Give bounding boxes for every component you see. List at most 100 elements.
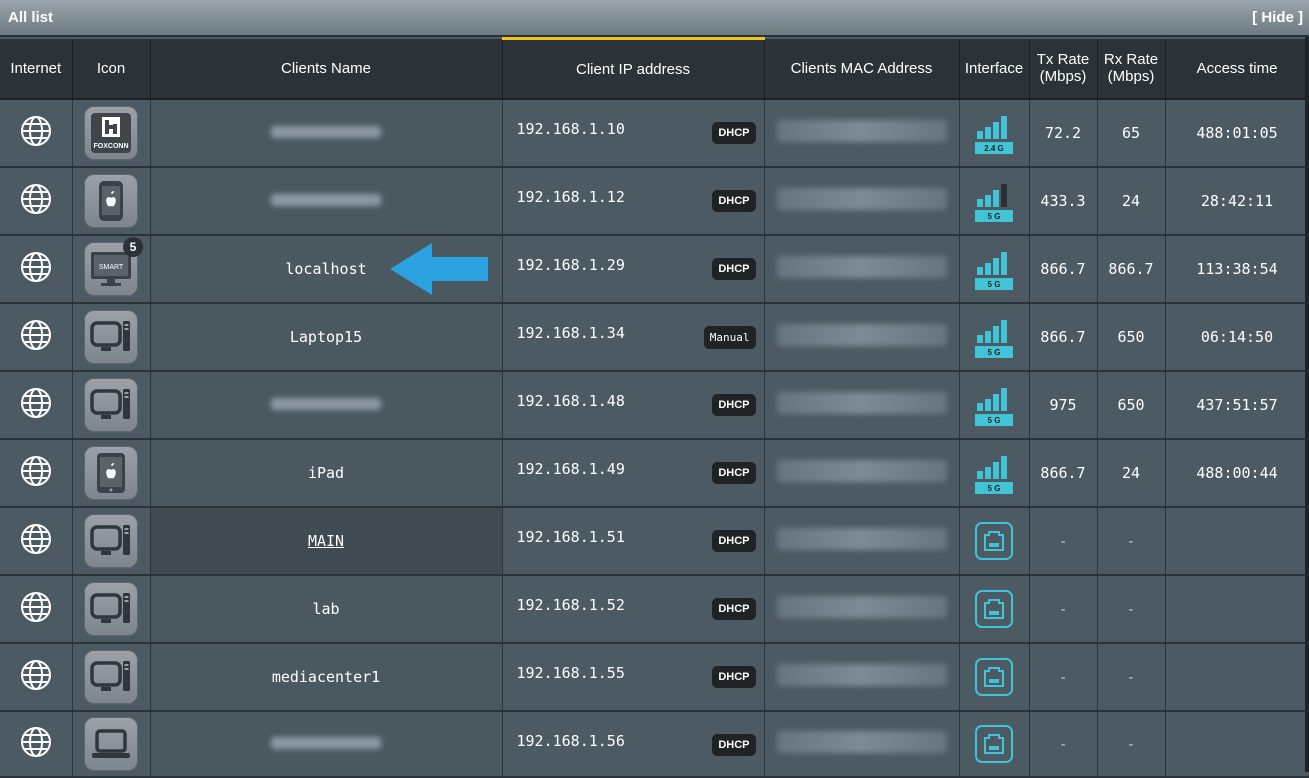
internet-cell[interactable] — [0, 167, 73, 236]
header-mac[interactable]: Clients MAC Address — [764, 38, 960, 100]
laptop-icon[interactable] — [84, 717, 138, 771]
ethernet-icon — [975, 590, 1013, 628]
globe-icon[interactable] — [19, 454, 53, 492]
client-name[interactable]: lab — [312, 600, 339, 618]
interface-cell — [959, 643, 1030, 712]
internet-cell[interactable] — [0, 507, 73, 576]
blurred-mac-address — [776, 596, 947, 618]
globe-icon[interactable] — [19, 658, 53, 696]
blurred-client-name[interactable] — [271, 126, 381, 138]
client-name-cell[interactable] — [150, 99, 503, 168]
internet-cell[interactable] — [0, 575, 73, 644]
globe-icon[interactable] — [19, 725, 53, 763]
icon-cell[interactable] — [72, 167, 151, 236]
icon-cell[interactable] — [72, 303, 151, 372]
internet-cell[interactable] — [0, 303, 73, 372]
foxconn-icon[interactable]: FOXCONN — [84, 106, 138, 160]
internet-cell[interactable] — [0, 235, 73, 304]
icon-cell[interactable] — [72, 371, 151, 440]
icon-cell[interactable] — [72, 711, 151, 778]
table-row[interactable]: FOXCONN 192.168.1.10 DHCP 2.4 G 72.2 65 488:01… — [0, 99, 1309, 168]
globe-icon[interactable] — [19, 386, 53, 424]
ethernet-icon — [975, 658, 1013, 696]
header-access-time[interactable]: Access time — [1165, 38, 1309, 100]
client-name[interactable]: Laptop15 — [290, 328, 362, 346]
interface-cell: 2.4 G — [959, 99, 1030, 168]
internet-cell[interactable] — [0, 371, 73, 440]
blurred-client-name[interactable] — [271, 737, 381, 749]
smart-tv-icon[interactable]: SMART 5 — [84, 237, 143, 296]
table-row[interactable]: 192.168.1.56 DHCP - - — [0, 711, 1309, 778]
rx-rate: 866.7 — [1108, 260, 1154, 278]
access-time-cell: 06:14:50 — [1165, 303, 1309, 372]
tx-rate: - — [1058, 668, 1068, 686]
client-name-cell[interactable] — [150, 371, 503, 440]
blurred-client-name[interactable] — [271, 398, 381, 410]
table-row[interactable]: iPad 192.168.1.49 DHCP 5 G 866.7 24 488:00:44 — [0, 439, 1309, 508]
table-row[interactable]: lab 192.168.1.52 DHCP - - — [0, 575, 1309, 644]
icon-cell[interactable]: FOXCONN — [72, 99, 151, 168]
icon-cell[interactable]: SMART 5 — [72, 235, 151, 304]
icon-cell[interactable] — [72, 439, 151, 508]
arrow-annotation-icon — [390, 243, 488, 295]
table-row[interactable]: 192.168.1.48 DHCP 5 G 975 650 437:51:57 — [0, 371, 1309, 440]
header-clients-name[interactable]: Clients Name — [150, 38, 503, 100]
header-icon[interactable]: Icon — [72, 38, 151, 100]
client-name-cell[interactable]: mediacenter1 — [150, 643, 503, 712]
desktop-computer-icon[interactable] — [84, 310, 138, 364]
desktop-computer-icon[interactable] — [84, 582, 138, 636]
internet-cell[interactable] — [0, 99, 73, 168]
hide-button[interactable]: [ Hide ] — [1252, 9, 1303, 26]
internet-cell[interactable] — [0, 439, 73, 508]
interface-cell: 5 G — [959, 371, 1030, 440]
client-name-cell[interactable] — [150, 711, 503, 778]
client-name[interactable]: mediacenter1 — [272, 668, 380, 686]
scrollbar[interactable] — [1305, 37, 1309, 772]
ip-type-badge: DHCP — [712, 734, 756, 756]
internet-cell[interactable] — [0, 711, 73, 778]
client-name-cell[interactable] — [150, 167, 503, 236]
client-name-cell[interactable]: MAIN — [150, 507, 503, 576]
client-name-cell[interactable]: lab — [150, 575, 503, 644]
header-client-ip[interactable]: Client IP address — [502, 37, 765, 100]
interface-cell: 5 G — [959, 439, 1030, 508]
apple-phone-icon[interactable] — [84, 174, 138, 228]
table-row[interactable]: Laptop15 192.168.1.34 Manual 5 G 866.7 650 06:… — [0, 303, 1309, 372]
blurred-client-name[interactable] — [271, 194, 381, 206]
icon-cell[interactable] — [72, 507, 151, 576]
client-name-cell[interactable]: Laptop15 — [150, 303, 503, 372]
panel-title: All list — [8, 9, 54, 26]
desktop-computer-icon[interactable] — [84, 514, 138, 568]
blurred-mac-address — [776, 324, 947, 346]
internet-cell[interactable] — [0, 643, 73, 712]
globe-icon[interactable] — [19, 114, 53, 152]
rx-rate: - — [1126, 532, 1136, 550]
client-name-cell[interactable]: iPad — [150, 439, 503, 508]
ethernet-icon — [975, 725, 1013, 763]
icon-cell[interactable] — [72, 575, 151, 644]
apple-tablet-icon[interactable] — [84, 446, 138, 500]
header-tx-rate[interactable]: Tx Rate (Mbps) — [1029, 38, 1098, 100]
table-row[interactable]: 192.168.1.12 DHCP 5 G 433.3 24 28:42:11 — [0, 167, 1309, 236]
globe-icon[interactable] — [19, 250, 53, 288]
mac-address-cell — [764, 167, 960, 236]
tx-rate-cell: - — [1029, 711, 1098, 778]
wifi-signal-icon: 5 G — [975, 456, 1013, 494]
header-interface[interactable]: Interface — [959, 38, 1030, 100]
client-name[interactable]: localhost — [285, 260, 366, 278]
globe-icon[interactable] — [19, 590, 53, 628]
header-internet[interactable]: Internet — [0, 38, 73, 100]
table-row[interactable]: mediacenter1 192.168.1.55 DHCP - - — [0, 643, 1309, 712]
globe-icon[interactable] — [19, 182, 53, 220]
blurred-mac-address — [776, 120, 947, 142]
desktop-computer-icon[interactable] — [84, 378, 138, 432]
client-name[interactable]: MAIN — [308, 532, 344, 550]
table-row[interactable]: MAIN 192.168.1.51 DHCP - - — [0, 507, 1309, 576]
client-name[interactable]: iPad — [308, 464, 344, 482]
table-row[interactable]: SMART 5 localhost 192.168.1.29 DHCP 5 G 866.7 8… — [0, 235, 1309, 304]
globe-icon[interactable] — [19, 318, 53, 356]
header-rx-rate[interactable]: Rx Rate (Mbps) — [1097, 38, 1166, 100]
globe-icon[interactable] — [19, 522, 53, 560]
desktop-computer-icon[interactable] — [84, 650, 138, 704]
icon-cell[interactable] — [72, 643, 151, 712]
